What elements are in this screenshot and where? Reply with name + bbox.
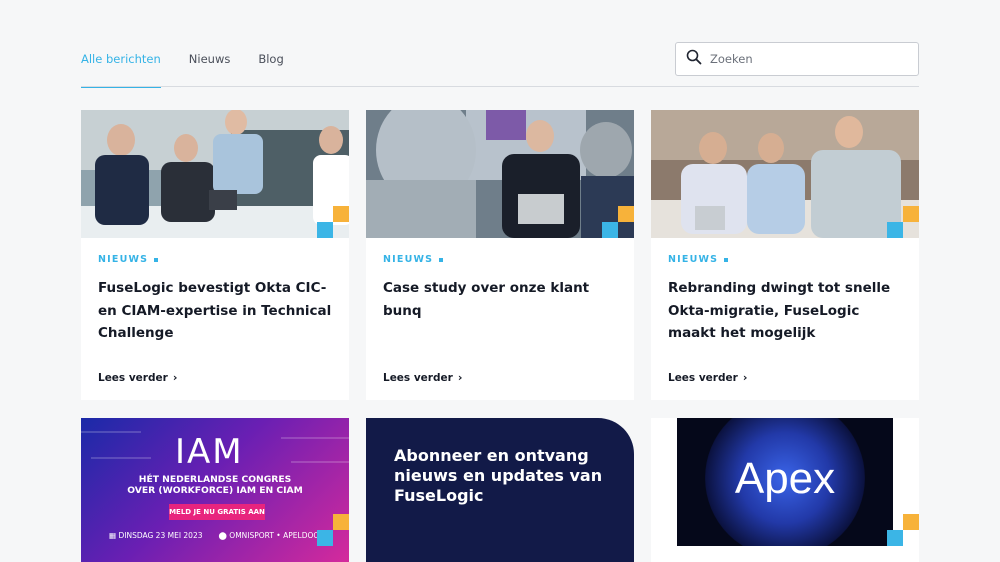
card-tag: NIEUWS (98, 254, 332, 265)
card-image (81, 110, 349, 238)
chevron-right-icon: › (742, 371, 748, 384)
event-location: ⬤ OMNISPORT • APELDOORN (218, 531, 331, 540)
iam-logo: IAM (175, 432, 244, 472)
news-card[interactable]: Apex (651, 418, 919, 562)
tabs-divider (81, 86, 919, 87)
event-meta: ▦ DINSDAG 23 MEI 2023 ⬤ OMNISPORT • APEL… (109, 531, 330, 540)
category-tabs: Alle berichten Nieuws Blog (81, 52, 284, 88)
read-more-link[interactable]: Lees verder › (668, 371, 747, 384)
card-tag: NIEUWS (383, 254, 617, 265)
read-more-link[interactable]: Lees verder › (98, 371, 177, 384)
search-box[interactable] (675, 42, 919, 76)
card-title[interactable]: FuseLogic bevestigt Okta CIC- en CIAM-ex… (98, 277, 332, 345)
card-image (366, 110, 634, 238)
newsletter-signup-card[interactable]: Abonneer en ontvang nieuws en updates va… (366, 418, 634, 562)
card-tag: NIEUWS (668, 254, 902, 265)
iam-congress-banner[interactable]: IAM HÉT NEDERLANDSE CONGRES OVER (WORKFO… (81, 418, 349, 562)
search-input[interactable] (710, 52, 900, 66)
apex-image: Apex (677, 418, 893, 546)
chevron-right-icon: › (457, 371, 463, 384)
card-title[interactable]: Rebranding dwingt tot snelle Okta-migrat… (668, 277, 902, 345)
news-card[interactable]: NIEUWS Case study over onze klant bunq L… (366, 110, 634, 400)
news-card[interactable]: NIEUWS Rebranding dwingt tot snelle Okta… (651, 110, 919, 400)
register-button[interactable]: MELD JE NU GRATIS AAN (169, 504, 265, 520)
card-title[interactable]: Case study over onze klant bunq (383, 277, 617, 322)
tab-nieuws[interactable]: Nieuws (189, 52, 231, 88)
search-icon (686, 49, 702, 69)
tab-blog[interactable]: Blog (258, 52, 283, 88)
tab-alle-berichten[interactable]: Alle berichten (81, 52, 161, 88)
event-date: ▦ DINSDAG 23 MEI 2023 (109, 531, 203, 540)
newsletter-title: Abonneer en ontvang nieuws en updates va… (394, 446, 603, 505)
chevron-right-icon: › (172, 371, 178, 384)
news-card[interactable]: NIEUWS FuseLogic bevestigt Okta CIC- en … (81, 110, 349, 400)
card-image (651, 110, 919, 238)
read-more-link[interactable]: Lees verder › (383, 371, 462, 384)
iam-headline: HÉT NEDERLANDSE CONGRES OVER (WORKFORCE)… (127, 474, 303, 496)
apex-logo: Apex (734, 454, 836, 503)
